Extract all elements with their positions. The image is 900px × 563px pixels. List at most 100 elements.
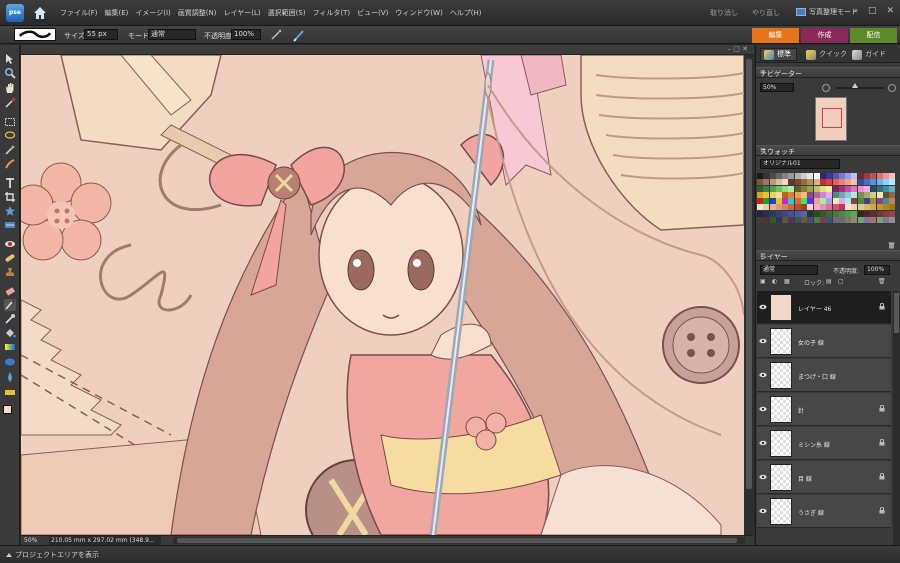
menu-item[interactable]: イメージ(I) [135, 8, 170, 18]
swatches-header[interactable]: スウォッチ ≡ [756, 145, 900, 156]
layer-thumbnail[interactable] [770, 464, 792, 491]
move-tool-icon[interactable] [4, 53, 16, 65]
color-swatch[interactable] [864, 210, 871, 217]
color-swatch[interactable] [876, 185, 883, 192]
color-swatch[interactable] [870, 173, 877, 179]
layer-thumbnail[interactable] [770, 362, 792, 389]
color-swatch[interactable] [889, 217, 896, 224]
color-swatch[interactable] [801, 198, 808, 205]
redo-button[interactable]: やり直し [752, 8, 780, 18]
color-swatch[interactable] [819, 185, 826, 192]
layer-name[interactable]: 女の子 線 [798, 338, 824, 347]
color-swatch[interactable] [826, 191, 833, 198]
color-swatch[interactable] [769, 173, 776, 179]
color-swatch[interactable] [882, 179, 889, 186]
color-swatch[interactable] [851, 217, 858, 224]
tab-full-edit[interactable]: 標準 [760, 48, 797, 61]
mode-select[interactable]: 通常 [148, 29, 196, 40]
tablet-settings-icon[interactable] [292, 28, 306, 42]
panel-menu-icon[interactable]: ≡ [760, 68, 897, 76]
color-swatch[interactable] [845, 198, 852, 205]
color-swatch[interactable] [801, 217, 808, 224]
color-swatch[interactable] [801, 210, 808, 217]
hand-tool-icon[interactable] [4, 82, 16, 94]
color-swatch[interactable] [775, 204, 782, 211]
color-swatch[interactable] [864, 217, 871, 224]
color-swatch[interactable] [826, 204, 833, 211]
layer-row[interactable]: 針 [757, 393, 891, 426]
gradient-tool-icon[interactable] [4, 341, 16, 353]
color-swatch[interactable] [851, 198, 858, 205]
minimize-icon[interactable]: – [853, 6, 858, 16]
layer-thumbnail[interactable] [770, 498, 792, 525]
undo-button[interactable]: 取り消し [710, 8, 738, 18]
color-swatch[interactable] [813, 198, 820, 205]
color-swatch[interactable] [882, 191, 889, 198]
color-swatch[interactable] [819, 179, 826, 186]
color-swatch[interactable] [801, 191, 808, 198]
home-icon[interactable] [32, 5, 48, 21]
color-swatch[interactable] [763, 191, 770, 198]
color-swatch[interactable] [889, 204, 896, 211]
lock-all-icon[interactable]: ▢ [838, 278, 844, 285]
color-swatch[interactable] [851, 179, 858, 186]
color-swatch[interactable] [807, 198, 814, 205]
eye-icon[interactable] [759, 372, 767, 378]
color-swatch[interactable] [876, 210, 883, 217]
color-swatch[interactable] [763, 210, 770, 217]
color-swatch[interactable] [864, 204, 871, 211]
document-window-controls[interactable]: – □ ✕ [728, 45, 748, 53]
panel-menu-icon[interactable]: ≡ [760, 251, 897, 259]
color-swatch[interactable] [819, 198, 826, 205]
color-swatch[interactable] [851, 204, 858, 211]
color-swatch[interactable] [782, 217, 789, 224]
navigator-header[interactable]: ナビゲーター ≡ [756, 67, 900, 78]
color-swatch[interactable] [769, 185, 776, 192]
color-swatch[interactable] [851, 210, 858, 217]
color-swatch[interactable] [851, 191, 858, 198]
color-swatch[interactable] [838, 204, 845, 211]
blend-mode-select[interactable]: 通常 [760, 265, 818, 275]
menu-item[interactable]: ビュー(V) [357, 8, 388, 18]
color-swatch[interactable] [788, 173, 795, 179]
color-swatch[interactable] [845, 217, 852, 224]
color-swatch[interactable] [801, 185, 808, 192]
document-size-readout[interactable]: 210.05 mm x 297.02 mm (348.9... [49, 536, 161, 545]
airbrush-icon[interactable] [270, 29, 282, 41]
zoom-readout[interactable]: 50% [24, 537, 37, 544]
color-swatch[interactable] [757, 204, 763, 211]
menu-item[interactable]: ファイル(F) [60, 8, 98, 18]
color-swatch[interactable] [832, 204, 839, 211]
color-swatch[interactable] [807, 204, 814, 211]
opacity-field[interactable]: 100% [231, 29, 261, 40]
color-swatch[interactable] [819, 191, 826, 198]
color-swatch[interactable] [851, 185, 858, 192]
tab-edit[interactable]: 編集 [752, 28, 799, 43]
color-swatch[interactable] [794, 191, 801, 198]
color-swatch[interactable] [845, 191, 852, 198]
color-swatch[interactable] [838, 217, 845, 224]
layer-thumbnail[interactable] [770, 328, 792, 355]
color-swatch[interactable] [889, 191, 896, 198]
brush-preset-picker[interactable] [14, 28, 56, 41]
color-swatch[interactable] [757, 185, 763, 192]
color-swatch[interactable] [757, 191, 763, 198]
color-swatch[interactable] [763, 204, 770, 211]
color-swatch[interactable] [832, 179, 839, 186]
color-swatch[interactable] [819, 204, 826, 211]
color-swatch[interactable] [769, 210, 776, 217]
swatch-set-select[interactable]: オリジナル01 [760, 159, 840, 169]
color-swatch[interactable] [889, 173, 896, 179]
color-swatch[interactable] [788, 191, 795, 198]
layer-thumbnail[interactable] [770, 294, 792, 321]
color-swatch[interactable] [826, 185, 833, 192]
color-swatch[interactable] [832, 217, 839, 224]
layer-row[interactable]: レイヤー 46 [757, 291, 891, 324]
menu-item[interactable]: ヘルプ(H) [450, 8, 482, 18]
color-swatch[interactable] [864, 198, 871, 205]
menu-item[interactable]: 編集(E) [105, 8, 129, 18]
navigator-zoom-field[interactable]: 50% [760, 83, 794, 92]
menu-item[interactable]: レイヤー(L) [223, 8, 260, 18]
color-swatch[interactable] [876, 204, 883, 211]
clone-stamp-tool-icon[interactable] [4, 266, 16, 278]
